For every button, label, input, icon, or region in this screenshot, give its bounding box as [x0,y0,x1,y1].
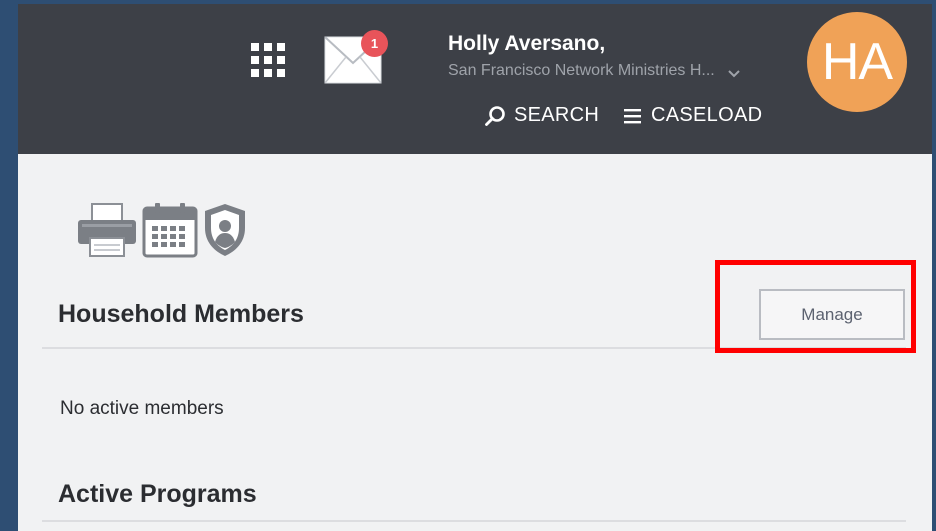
top-header: 1 Holly Aversano, San Francisco Network … [18,4,932,154]
user-name: Holly Aversano, [448,32,606,55]
organization-name: San Francisco Network Ministries H... [448,62,715,79]
mail-button[interactable]: 1 [324,30,394,92]
active-programs-title: Active Programs [58,480,257,508]
search-label: SEARCH [514,104,600,126]
calendar-icon[interactable] [142,202,198,263]
user-avatar[interactable]: HA [807,12,907,112]
menu-icon [624,108,641,123]
unread-badge: 1 [361,30,388,57]
caseload-label: CASELOAD [651,104,763,126]
no-members-text: No active members [60,398,224,419]
shield-user-icon[interactable] [202,202,248,263]
nav-caseload-link[interactable]: CASELOAD [623,104,762,127]
app-frame: 1 Holly Aversano, San Francisco Network … [18,4,932,531]
apps-grid-icon[interactable] [250,42,286,78]
printer-icon[interactable] [76,202,138,263]
household-members-title: Household Members [58,300,304,328]
search-icon [485,105,505,126]
organization-selector[interactable]: San Francisco Network Ministries H... [448,62,741,80]
nav-search-link[interactable]: SEARCH [484,104,599,127]
section-divider [42,347,906,349]
manage-button[interactable]: Manage [759,289,905,340]
chevron-down-icon [727,66,741,78]
action-toolbar [76,202,252,263]
section-divider [42,520,906,522]
